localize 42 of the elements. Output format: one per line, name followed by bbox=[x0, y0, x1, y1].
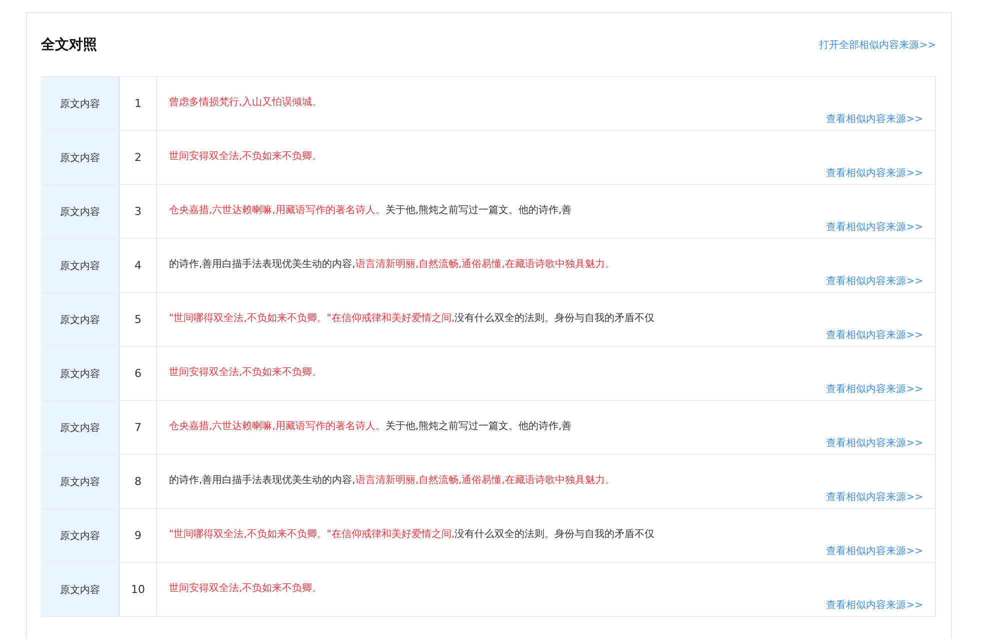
content-text: "世间哪得双全法,不负如来不负卿。"在信仰戒律和美好爱情之间,没有什么双全的法则。身份与自我的矛盾不仅 bbox=[169, 528, 655, 542]
content-text: 世间安得双全法,不负如来不负卿。 bbox=[169, 366, 322, 380]
view-sources-link[interactable]: 查看相似内容来源>> bbox=[826, 436, 923, 450]
row-label-cell: 原文内容 bbox=[41, 401, 120, 454]
row-number: 5 bbox=[120, 293, 157, 346]
view-sources-link[interactable]: 查看相似内容来源>> bbox=[826, 166, 923, 180]
open-all-link[interactable]: 打开全部相似内容来源>> bbox=[819, 38, 936, 52]
row-number: 3 bbox=[120, 185, 157, 238]
view-sources-link[interactable]: 查看相似内容来源>> bbox=[826, 490, 923, 504]
content-text: 仓央嘉措,六世达赖喇嘛,用藏语写作的著名诗人。关于他,熊炖之前写过一篇文。他的诗作,善 bbox=[169, 420, 572, 434]
row-number: 7 bbox=[120, 401, 157, 454]
content-text: 曾虑多情损梵行,入山又怕误倾城。 bbox=[169, 96, 322, 110]
row-number: 4 bbox=[120, 239, 157, 292]
section-title: 全文对照 bbox=[41, 36, 97, 54]
view-sources-link[interactable]: 查看相似内容来源>> bbox=[826, 544, 923, 558]
view-sources-link[interactable]: 查看相似内容来源>> bbox=[826, 112, 923, 126]
content-text: 仓央嘉措,六世达赖喇嘛,用藏语写作的著名诗人。关于他,熊炖之前写过一篇文。他的诗作,善 bbox=[169, 204, 572, 218]
row-label-cell: 原文内容 bbox=[41, 509, 120, 562]
row-label-cell: 原文内容 bbox=[41, 239, 120, 292]
row-number: 6 bbox=[120, 347, 157, 400]
row-label-cell: 原文内容 bbox=[41, 77, 120, 130]
view-sources-link[interactable]: 查看相似内容来源>> bbox=[826, 274, 923, 288]
content-text: 世间安得双全法,不负如来不负卿。 bbox=[169, 582, 322, 596]
row-number: 8 bbox=[120, 455, 157, 508]
row-label-cell: 原文内容 bbox=[41, 293, 120, 346]
content-text: "世间哪得双全法,不负如来不负卿。"在信仰戒律和美好爱情之间,没有什么双全的法则。身份与自我的矛盾不仅 bbox=[169, 312, 655, 326]
row-label-cell: 原文内容 bbox=[41, 185, 120, 238]
view-sources-link[interactable]: 查看相似内容来源>> bbox=[826, 598, 923, 612]
row-label-cell: 原文内容 bbox=[41, 347, 120, 400]
view-sources-link[interactable]: 查看相似内容来源>> bbox=[826, 382, 923, 396]
view-sources-link[interactable]: 查看相似内容来源>> bbox=[826, 328, 923, 342]
row-label-cell: 原文内容 bbox=[41, 455, 120, 508]
row-number: 2 bbox=[120, 131, 157, 184]
content-text: 世间安得双全法,不负如来不负卿。 bbox=[169, 150, 322, 164]
row-number: 1 bbox=[120, 77, 157, 130]
content-text: 的诗作,善用白描手法表现优美生动的内容,语言清新明丽,自然流畅,通俗易懂,在藏语诗歌中独具魅力。 bbox=[169, 474, 615, 488]
row-number: 10 bbox=[120, 563, 157, 616]
content-text: 的诗作,善用白描手法表现优美生动的内容,语言清新明丽,自然流畅,通俗易懂,在藏语诗歌中独具魅力。 bbox=[169, 258, 615, 272]
row-number: 9 bbox=[120, 509, 157, 562]
row-label-cell: 原文内容 bbox=[41, 131, 120, 184]
view-sources-link[interactable]: 查看相似内容来源>> bbox=[826, 220, 923, 234]
row-label-cell: 原文内容 bbox=[41, 563, 120, 616]
